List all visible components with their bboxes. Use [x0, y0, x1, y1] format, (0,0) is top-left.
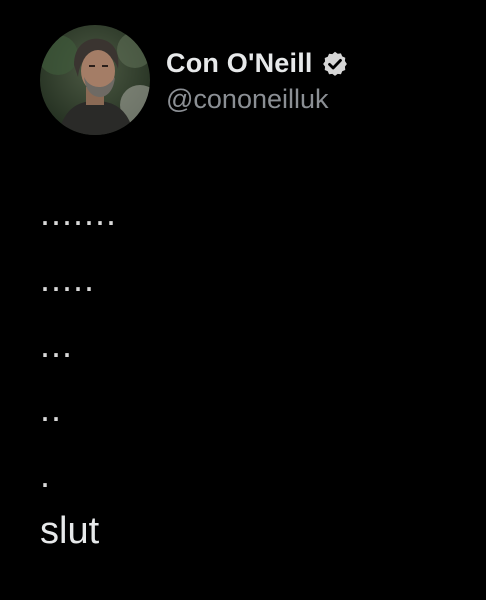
- tweet-header: Con O'Neill @cononeilluk: [40, 24, 349, 136]
- handle[interactable]: @cononeilluk: [166, 84, 349, 115]
- avatar[interactable]: [40, 25, 150, 135]
- tweet-line: ...: [40, 324, 74, 365]
- tweet-line: .: [40, 454, 52, 495]
- tweet-line: .......: [40, 192, 118, 233]
- display-name[interactable]: Con O'Neill: [166, 48, 313, 79]
- tweet-line: ..: [40, 388, 63, 429]
- name-row: Con O'Neill: [166, 46, 349, 82]
- profile-photo-icon: [40, 25, 150, 135]
- author-info: Con O'Neill @cononeilluk: [166, 46, 349, 115]
- verified-badge-icon: [321, 50, 349, 78]
- tweet-line: .....: [40, 258, 96, 299]
- tweet-line-final: slut: [40, 510, 100, 552]
